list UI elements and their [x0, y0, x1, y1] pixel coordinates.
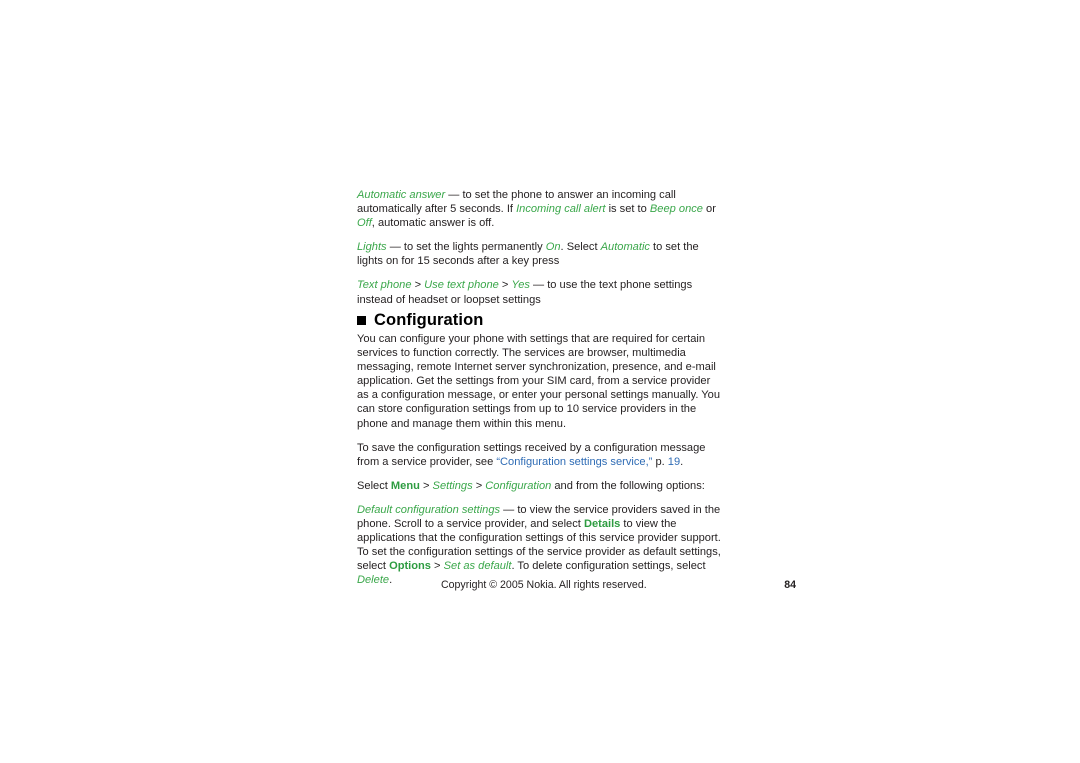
page-footer: Copyright © 2005 Nokia. All rights reser…	[441, 578, 796, 592]
em-dash: —	[500, 503, 518, 516]
path-separator: >	[419, 479, 433, 492]
setting-desc-part-3: . To delete configuration settings, sele…	[511, 560, 706, 573]
cross-reference-page-link[interactable]: 19	[668, 456, 680, 468]
setting-term-incoming-call-alert: Incoming call alert	[516, 203, 606, 216]
menu-path-text-after: and from the following options:	[551, 479, 705, 492]
setting-term-set-as-default: Set as default	[443, 560, 512, 573]
section-title-text: Configuration	[374, 311, 484, 329]
section-body: You can configure your phone with settin…	[357, 332, 725, 598]
path-separator: >	[411, 279, 425, 292]
setting-desc-part-4: , automatic answer is off.	[371, 217, 495, 230]
setting-desc-part-1: to set the lights permanently	[403, 241, 546, 254]
setting-desc-part-2: is set to	[605, 203, 650, 216]
setting-term-default-configuration-settings: Default configuration settings	[357, 503, 501, 516]
em-dash: —	[445, 189, 463, 201]
path-separator: >	[472, 479, 486, 492]
setting-term-delete: Delete	[357, 574, 390, 587]
footer-page-number: 84	[784, 579, 796, 591]
xref-text-after: .	[680, 455, 684, 468]
page-title: Configuration	[357, 310, 723, 330]
menu-path-paragraph: Select Menu > Settings > Configuration a…	[357, 479, 725, 493]
setting-desc-part-4: .	[389, 574, 393, 587]
em-dash: —	[529, 279, 548, 292]
setting-item-default-configuration-settings: Default configuration settings — to view…	[357, 503, 725, 588]
settings-items-block: Automatic answer — to set the phone to a…	[357, 188, 723, 317]
command-details: Details	[583, 518, 621, 531]
setting-item-automatic-answer: Automatic answer — to set the phone to a…	[357, 188, 723, 230]
path-separator: >	[498, 279, 512, 292]
menu-path-text-before: Select	[357, 479, 391, 492]
document-page: Automatic answer — to set the phone to a…	[0, 0, 1080, 763]
footer-copyright: Copyright © 2005 Nokia. All rights reser…	[441, 579, 647, 591]
setting-term-yes: Yes	[511, 279, 530, 292]
setting-term-automatic-answer: Automatic answer	[357, 189, 446, 201]
cross-reference-paragraph: To save the configuration settings recei…	[357, 441, 725, 469]
section-heading-wrap: Configuration	[357, 310, 723, 330]
setting-desc-part-3: or	[702, 203, 716, 216]
setting-term-use-text-phone: Use text phone	[424, 279, 499, 292]
setting-term-off: Off	[357, 217, 372, 230]
xref-text-mid: p.	[652, 455, 668, 468]
setting-item-text-phone: Text phone > Use text phone > Yes — to u…	[357, 278, 723, 306]
path-separator: >	[430, 560, 444, 573]
menu-path-item-settings: Settings	[432, 479, 473, 492]
setting-term-on: On	[545, 241, 561, 254]
setting-desc-part-2: . Select	[560, 241, 601, 254]
command-options: Options	[389, 560, 431, 573]
setting-term-text-phone: Text phone	[357, 279, 412, 292]
setting-term-automatic: Automatic	[600, 241, 650, 254]
setting-term-lights: Lights	[357, 241, 387, 254]
setting-term-beep-once: Beep once	[649, 203, 703, 216]
filled-square-bullet-icon	[357, 315, 366, 325]
cross-reference-link[interactable]: Configuration settings service,	[500, 456, 649, 468]
menu-path-item-configuration: Configuration	[485, 479, 552, 492]
setting-item-lights: Lights — to set the lights permanently O…	[357, 240, 723, 268]
em-dash: —	[386, 241, 404, 254]
section-intro-paragraph: You can configure your phone with settin…	[357, 333, 721, 430]
menu-path-item-menu: Menu	[390, 479, 420, 492]
